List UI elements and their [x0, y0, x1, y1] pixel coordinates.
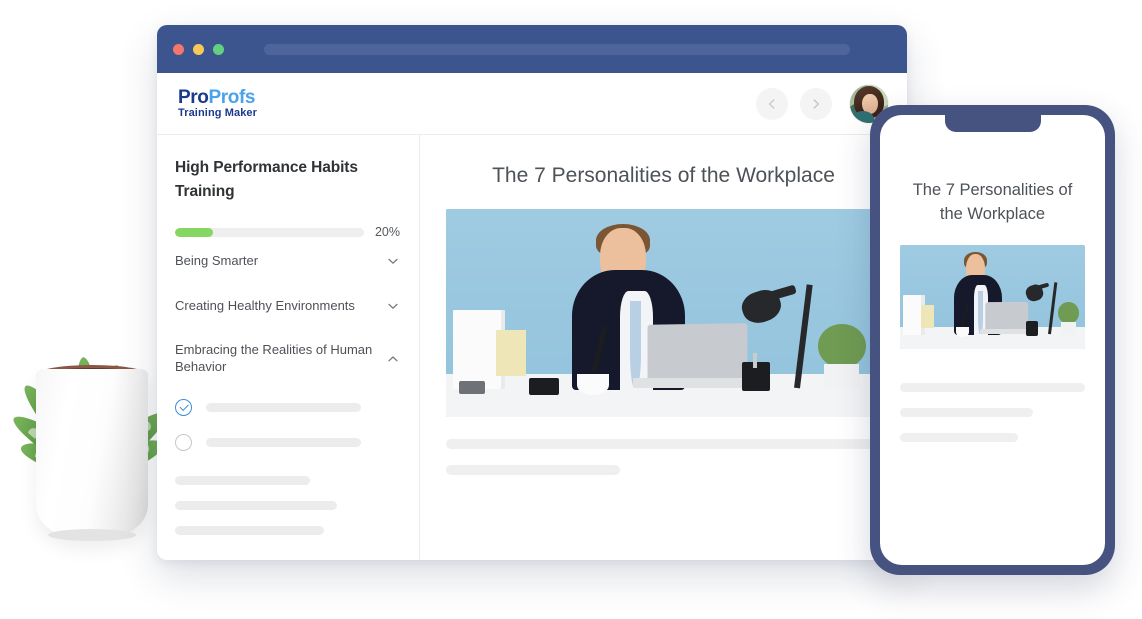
lesson-content: The 7 Personalities of the Workplace	[420, 135, 907, 560]
scene-paper	[496, 330, 527, 376]
progress-fill	[175, 227, 213, 237]
lesson-body-placeholder	[446, 439, 881, 476]
scene-laptop-screen	[647, 323, 748, 381]
logo-wordmark: ProProfs	[178, 88, 257, 107]
page-title: The 7 Personalities of the Workplace	[492, 164, 835, 187]
chevron-up-icon	[388, 356, 398, 362]
course-progress: 20%	[175, 225, 400, 239]
scene-tumbler	[528, 377, 560, 395]
maximize-window-button[interactable]	[213, 43, 224, 55]
scene-paper	[921, 305, 935, 329]
lesson-title-placeholder	[206, 437, 361, 447]
desk-scene-illustration	[900, 244, 1085, 349]
address-bar-input[interactable]	[264, 43, 850, 55]
window-controls	[173, 43, 224, 55]
logo-tagline: Training Maker	[178, 107, 258, 119]
content-placeholder-line	[446, 465, 620, 476]
avatar-shoulder	[852, 110, 874, 123]
chapter-label: Embracing the Realities of Human Behavio…	[175, 342, 373, 374]
check-circle-icon	[175, 398, 192, 416]
close-window-button[interactable]	[173, 43, 184, 55]
course-title: High Performance Habits Training	[175, 159, 358, 200]
browser-titlebar	[157, 25, 907, 73]
scene-pen-holder	[1025, 321, 1038, 336]
chapter-label: Being Smarter	[175, 253, 259, 269]
sidebar-chapter-embracing-realities[interactable]: Embracing the Realities of Human Behavio…	[175, 328, 400, 389]
list-item[interactable]	[175, 390, 400, 425]
logo-text-profs: Profs	[208, 87, 256, 108]
phone-notch	[944, 115, 1041, 132]
decorative-plant-image	[0, 247, 175, 567]
browser-window: ProProfs Training Maker High Performance…	[157, 25, 907, 560]
page-root: ProProfs Training Maker High Performance…	[0, 0, 1142, 619]
scene-plant-foliage	[817, 323, 866, 368]
phone-body-placeholder	[900, 382, 1085, 442]
sidebar-chapter-being-smarter[interactable]: Being Smarter	[175, 239, 400, 284]
list-item[interactable]	[175, 425, 400, 460]
chevron-down-icon	[388, 259, 398, 265]
scene-coffee-cup	[576, 373, 610, 395]
lesson-title-placeholder	[206, 402, 361, 412]
chevron-right-icon	[813, 98, 820, 109]
scene-laptop-base	[979, 329, 1031, 335]
next-slide-button[interactable]	[800, 87, 832, 120]
empty-circle-icon	[175, 433, 192, 451]
plant-pot-base	[48, 529, 136, 541]
chevron-left-icon	[768, 98, 775, 109]
scene-pen	[753, 352, 758, 368]
scene-person-tie	[629, 300, 641, 389]
content-placeholder-line	[900, 382, 1085, 392]
progress-percent-label: 20%	[374, 225, 400, 240]
chapter-label: Creating Healthy Environments	[175, 297, 355, 313]
app-header: ProProfs Training Maker	[157, 73, 907, 135]
workspace: High Performance Habits Training 20% Bei…	[157, 135, 907, 560]
progress-track	[175, 227, 364, 237]
sidebar-placeholder-line	[175, 525, 324, 535]
plant-pot	[36, 369, 148, 539]
phone-screen: The 7 Personalities of the Workplace	[880, 115, 1105, 565]
desk-scene-illustration	[446, 209, 881, 418]
previous-slide-button[interactable]	[756, 87, 788, 120]
course-sidebar: High Performance Habits Training 20% Bei…	[157, 135, 420, 560]
chevron-down-icon	[388, 303, 398, 309]
scene-plant-foliage	[1058, 302, 1079, 324]
scene-person-tie	[978, 290, 983, 335]
proprofs-logo[interactable]: ProProfs Training Maker	[178, 88, 257, 119]
content-placeholder-line	[900, 432, 1019, 442]
scene-plant-pot	[824, 364, 860, 390]
sidebar-placeholder-line	[175, 475, 310, 485]
minimize-window-button[interactable]	[193, 43, 204, 55]
content-placeholder-line	[900, 407, 1034, 417]
logo-text-pro: Pro	[178, 87, 209, 108]
sidebar-chapter-creating-healthy-environments[interactable]: Creating Healthy Environments	[175, 284, 400, 329]
sidebar-placeholder-line	[175, 500, 337, 510]
content-placeholder-line	[446, 439, 881, 450]
lesson-hero-image	[446, 209, 881, 418]
scene-desk-object	[459, 381, 486, 394]
scene-laptop-base	[633, 377, 753, 389]
scene-laptop-screen	[985, 301, 1028, 331]
phone-page-title: The 7 Personalities of the Workplace	[912, 181, 1073, 223]
phone-hero-image	[900, 244, 1085, 349]
mobile-device-mockup: The 7 Personalities of the Workplace	[870, 105, 1115, 575]
scene-plant-pot	[1060, 322, 1076, 335]
